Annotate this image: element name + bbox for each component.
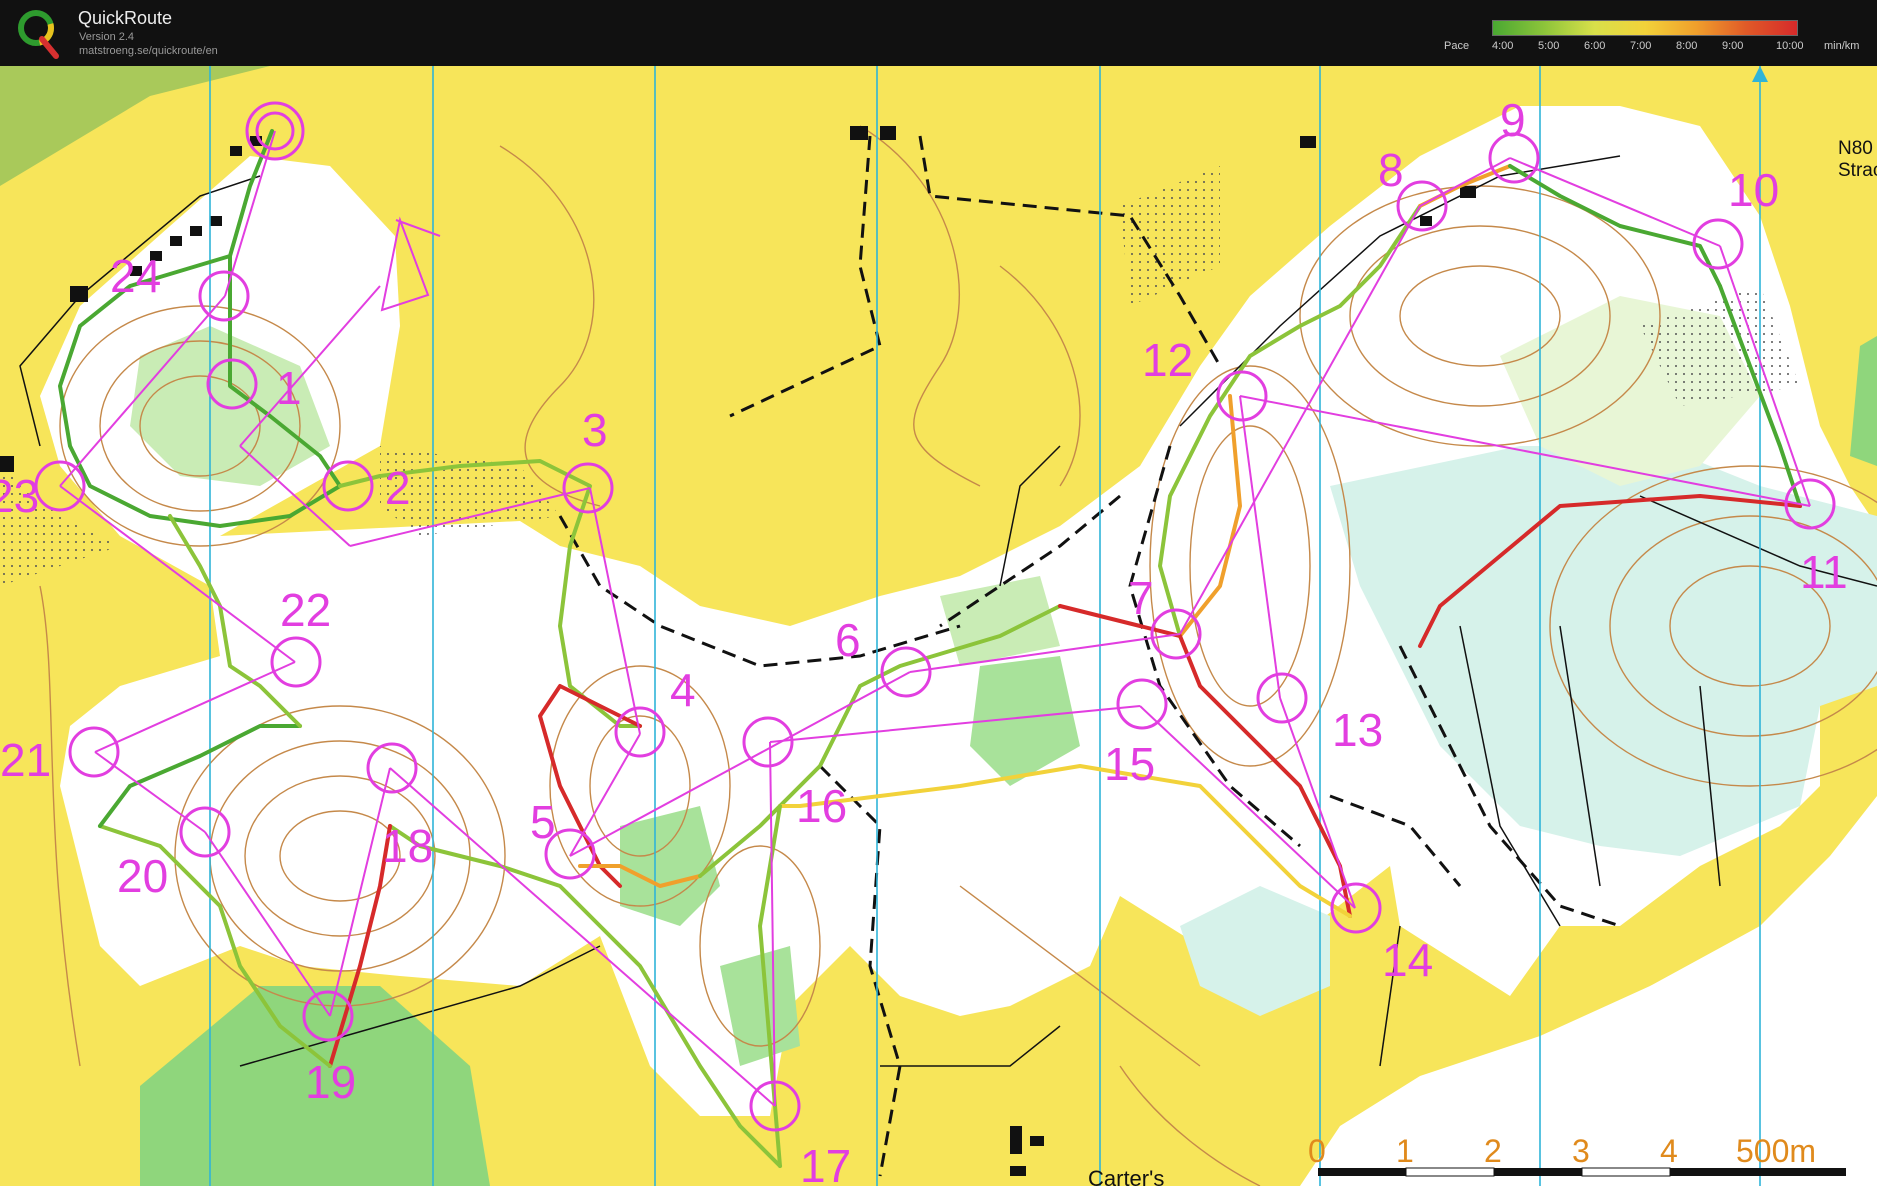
app-header: QuickRoute Version 2.4 matstroeng.se/qui… <box>0 0 1877 68</box>
control-number-12: 12 <box>1142 334 1193 386</box>
place-label-carters: Carter's <box>1088 1166 1164 1186</box>
scale-tick-4: 4 <box>1660 1133 1678 1169</box>
pace-tick: 10:00 <box>1776 40 1804 52</box>
control-number-3: 3 <box>582 404 608 456</box>
control-number-16: 16 <box>796 780 847 832</box>
app-url: matstroeng.se/quickroute/en <box>79 45 218 57</box>
quickroute-window: QuickRoute Version 2.4 matstroeng.se/qui… <box>0 0 1877 1186</box>
control-number-5: 5 <box>530 796 556 848</box>
control-number-15: 15 <box>1104 738 1155 790</box>
control-number-22: 22 <box>280 584 331 636</box>
scale-tick-3: 3 <box>1572 1133 1590 1169</box>
pace-tick: 8:00 <box>1676 40 1698 52</box>
control-number-18: 18 <box>382 820 433 872</box>
control-number-6: 6 <box>835 614 861 666</box>
pace-color-bar <box>1492 20 1798 36</box>
control-number-19: 19 <box>305 1056 356 1108</box>
app-version: Version 2.4 <box>79 31 135 43</box>
app-title: QuickRoute <box>78 8 173 28</box>
control-number-17: 17 <box>800 1140 851 1186</box>
control-number-7: 7 <box>1128 572 1154 624</box>
control-number-13: 13 <box>1332 704 1383 756</box>
control-number-11: 11 <box>1800 546 1848 598</box>
control-number-20: 20 <box>117 850 168 902</box>
road-label-n80: N80 <box>1838 138 1873 159</box>
control-number-2: 2 <box>385 462 411 514</box>
quickroute-logo-icon <box>18 10 59 59</box>
scale-tick-1: 1 <box>1396 1133 1414 1169</box>
pace-label: Pace <box>1444 40 1470 52</box>
pace-tick: 5:00 <box>1538 40 1560 52</box>
control-number-8: 8 <box>1378 144 1404 196</box>
scale-tick-0: 0 <box>1308 1133 1326 1169</box>
control-number-10: 10 <box>1728 164 1779 216</box>
control-number-1: 1 <box>276 362 302 414</box>
control-number-23: 23 <box>0 470 39 522</box>
pace-tick: 7:00 <box>1630 40 1652 52</box>
control-number-21: 21 <box>0 734 51 786</box>
scale-tick-2: 2 <box>1484 1133 1502 1169</box>
control-number-9: 9 <box>1500 94 1526 146</box>
pace-tick: 4:00 <box>1492 40 1514 52</box>
pace-tick: 9:00 <box>1722 40 1744 52</box>
pace-legend: Pace 4:00 5:00 6:00 7:00 8:00 9:00 10:00… <box>1440 18 1872 58</box>
road-label-strac: Strac <box>1838 160 1877 181</box>
scale-end-label: 500m <box>1736 1133 1816 1169</box>
control-number-14: 14 <box>1382 934 1433 986</box>
control-number-4: 4 <box>670 664 696 716</box>
pace-tick: 6:00 <box>1584 40 1606 52</box>
pace-unit: min/km <box>1824 40 1860 52</box>
control-number-24: 24 <box>110 250 161 302</box>
orienteering-map[interactable]: 1 2 3 4 5 6 7 8 9 10 11 12 13 14 15 16 1… <box>0 66 1877 1186</box>
